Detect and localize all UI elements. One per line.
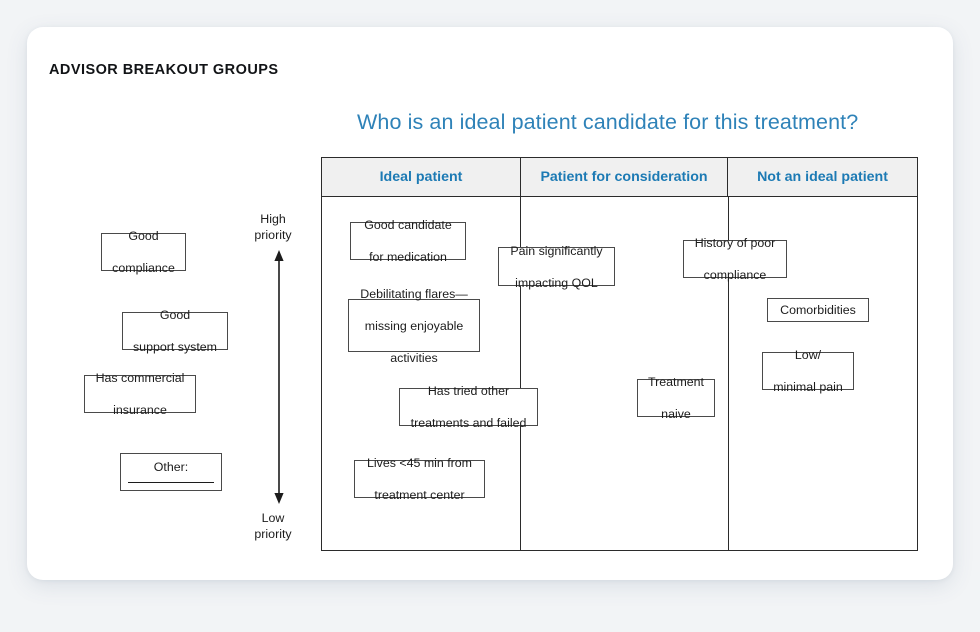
card-line: Good candidate xyxy=(364,217,452,233)
card-line: activities xyxy=(360,350,467,366)
card-line: Good xyxy=(133,307,217,323)
card-line: Pain significantly xyxy=(510,243,602,259)
axis-low-priority-label: Low priority xyxy=(233,510,313,542)
axis-high-priority-line1: High xyxy=(233,211,313,227)
list-item[interactable]: Debilitating flares— missing enjoyable a… xyxy=(348,299,480,352)
card-line: Lives <45 min from xyxy=(367,455,472,471)
matrix-header-row: Ideal patient Patient for consideration … xyxy=(322,158,917,197)
column-header-patient-for-consideration: Patient for consideration xyxy=(520,158,728,196)
card-line: Low/ xyxy=(773,347,843,363)
slide-kicker: ADVISOR BREAKOUT GROUPS xyxy=(49,62,278,78)
list-item[interactable]: Lives <45 min from treatment center xyxy=(354,460,485,498)
card-line: treatments and failed xyxy=(411,415,527,431)
write-in-rule[interactable] xyxy=(128,482,214,483)
list-item[interactable]: Comorbidities xyxy=(767,298,869,322)
card-line: for medication xyxy=(364,249,452,265)
card-line: Has commercial xyxy=(96,370,185,386)
card-line: compliance xyxy=(695,267,776,283)
card-line: insurance xyxy=(96,402,185,418)
axis-high-priority-line2: priority xyxy=(233,227,313,243)
list-item[interactable]: History of poor compliance xyxy=(683,240,787,278)
list-item[interactable]: Good compliance xyxy=(101,233,186,271)
card-line: impacting QOL xyxy=(510,275,602,291)
list-item[interactable]: Good support system xyxy=(122,312,228,350)
card-line: Has tried other xyxy=(411,383,527,399)
axis-low-priority-line1: Low xyxy=(233,510,313,526)
card-line: Comorbidities xyxy=(780,302,856,318)
card-line: naive xyxy=(648,406,704,422)
axis-high-priority-label: High priority xyxy=(233,211,313,243)
list-item[interactable]: Treatment naive xyxy=(637,379,715,417)
list-item[interactable]: Has tried other treatments and failed xyxy=(399,388,538,426)
page-title: Who is an ideal patient candidate for th… xyxy=(357,110,858,135)
card-line: missing enjoyable xyxy=(360,318,467,334)
column-header-ideal-patient: Ideal patient xyxy=(322,158,520,196)
card-line: Treatment xyxy=(648,374,704,390)
card-line: minimal pain xyxy=(773,379,843,395)
axis-low-priority-line2: priority xyxy=(233,526,313,542)
card-line: Other: xyxy=(128,459,214,475)
card-line: Debilitating flares— xyxy=(360,286,467,302)
list-item[interactable]: Good candidate for medication xyxy=(350,222,466,260)
card-line: support system xyxy=(133,339,217,355)
card-line: compliance xyxy=(112,260,175,276)
card-line: treatment center xyxy=(367,487,472,503)
priority-arrow-icon xyxy=(272,250,286,504)
card-line: History of poor xyxy=(695,235,776,251)
list-item[interactable]: Has commercial insurance xyxy=(84,375,196,413)
list-item[interactable]: Low/ minimal pain xyxy=(762,352,854,390)
card-line: Good xyxy=(112,228,175,244)
list-item[interactable]: Other: xyxy=(120,453,222,491)
column-header-not-an-ideal-patient: Not an ideal patient xyxy=(728,158,917,196)
list-item[interactable]: Pain significantly impacting QOL xyxy=(498,247,615,286)
slide-canvas: ADVISOR BREAKOUT GROUPS Who is an ideal … xyxy=(0,0,980,632)
